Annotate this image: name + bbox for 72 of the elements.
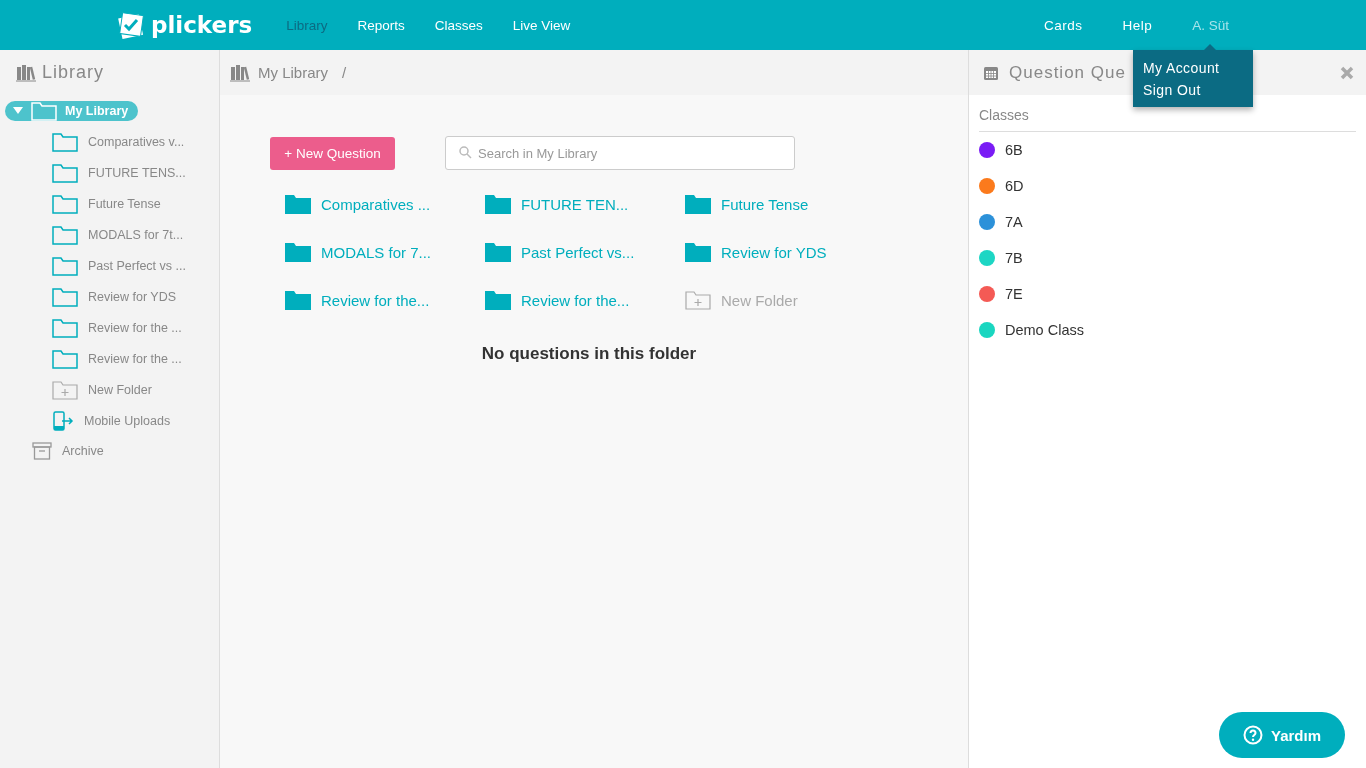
folder-icon: [52, 255, 78, 276]
folder-plus-icon: [52, 379, 78, 400]
class-name[interactable]: 7A: [1005, 214, 1023, 230]
nav-link[interactable]: Reports: [357, 17, 405, 33]
folder-icon: [52, 193, 78, 214]
folder-icon: [52, 317, 78, 338]
sidebar-item[interactable]: Review for the ...: [88, 320, 182, 335]
checkmark-card-icon: [117, 11, 145, 39]
empty-message: No questions in this folder: [480, 344, 698, 364]
books-icon: [230, 63, 250, 82]
folder-icon: [285, 242, 311, 262]
folder-icon: [52, 131, 78, 152]
folder-link[interactable]: New Folder: [721, 291, 798, 309]
sidebar-item[interactable]: MODALS for 7t...: [88, 227, 184, 242]
class-name[interactable]: 7B: [1005, 250, 1023, 266]
folder-link[interactable]: MODALS for 7...: [321, 243, 432, 261]
close-icon[interactable]: [1340, 65, 1354, 80]
folder-icon: [685, 194, 711, 214]
books-icon: [16, 63, 36, 82]
nav-link[interactable]: Help: [1122, 17, 1153, 33]
breadcrumb-link[interactable]: My Library: [258, 64, 328, 81]
class-name[interactable]: 6B: [1005, 142, 1023, 158]
help-icon: [1243, 725, 1263, 745]
new-question-button[interactable]: + New Question: [270, 136, 395, 170]
sidebar-item[interactable]: Mobile Uploads: [84, 413, 171, 428]
nav-link[interactable]: Classes: [434, 17, 483, 33]
sidebar-item[interactable]: Comparatives v...: [88, 134, 185, 149]
class-name[interactable]: 6D: [1005, 178, 1024, 194]
menu-item[interactable]: My Account: [1133, 57, 1253, 79]
logo-text[interactable]: plickers: [151, 12, 253, 38]
folder-link[interactable]: Review for the...: [521, 291, 630, 309]
folder-icon: [485, 242, 511, 262]
folder-link[interactable]: FUTURE TEN...: [521, 195, 629, 213]
help-button[interactable]: Yardım: [1219, 712, 1345, 758]
sidebar-item[interactable]: Archive: [62, 443, 104, 458]
folder-icon: [685, 242, 711, 262]
sidebar-item[interactable]: My Library: [5, 100, 139, 121]
sidebar-title: Library: [42, 62, 105, 83]
folder-icon: [52, 348, 78, 369]
folder-icon: [52, 286, 78, 307]
sidebar-item[interactable]: FUTURE TENS...: [88, 165, 186, 180]
nav-link[interactable]: Live View: [512, 17, 571, 33]
folder-link[interactable]: Future Tense: [721, 195, 809, 213]
sidebar-item[interactable]: New Folder: [88, 382, 152, 397]
calendar-icon: [983, 64, 999, 81]
folder-icon: [485, 194, 511, 214]
user-menu[interactable]: A. Süt: [1192, 17, 1229, 33]
folder-plus-icon: [685, 290, 711, 310]
breadcrumb-separator: /: [342, 64, 347, 81]
folder-link[interactable]: Comparatives ...: [321, 195, 431, 213]
sidebar-item[interactable]: Review for the ...: [88, 351, 182, 366]
archive-box-icon: [32, 441, 52, 460]
nav-link[interactable]: Library: [286, 17, 328, 33]
folder-icon: [52, 224, 78, 245]
sidebar-item[interactable]: Review for YDS: [88, 289, 176, 304]
phone-arrow-icon: [52, 410, 74, 431]
folder-icon: [31, 100, 57, 121]
class-name[interactable]: 7E: [1005, 286, 1023, 302]
folder-link[interactable]: Review for the...: [321, 291, 430, 309]
folder-icon: [52, 162, 78, 183]
nav-link[interactable]: Cards: [1043, 17, 1083, 33]
folder-icon: [285, 290, 311, 310]
folder-link[interactable]: Past Perfect vs...: [521, 243, 635, 261]
panel-title: Question Que: [1009, 62, 1126, 83]
caret-icon[interactable]: [13, 106, 23, 115]
search-field[interactable]: Search in My Library: [445, 136, 795, 170]
folder-icon: [485, 290, 511, 310]
class-name[interactable]: Demo Class: [1005, 322, 1084, 338]
sidebar-item[interactable]: Past Perfect vs ...: [88, 258, 186, 273]
folder-link[interactable]: Review for YDS: [721, 243, 827, 261]
sidebar-item[interactable]: Future Tense: [88, 196, 161, 211]
folder-icon: [285, 194, 311, 214]
